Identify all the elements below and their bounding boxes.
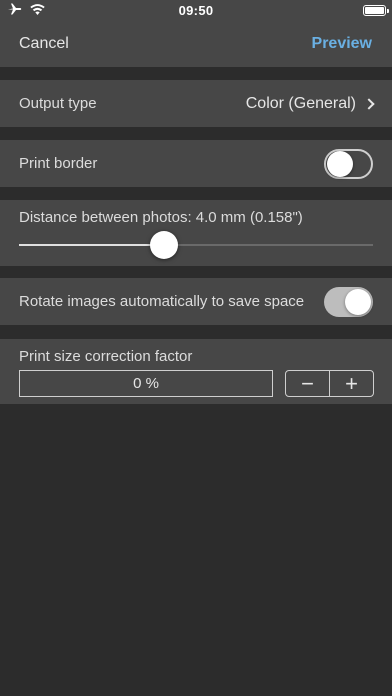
rotate-row: Rotate images automatically to save spac… (0, 278, 392, 325)
status-time: 09:50 (178, 2, 214, 18)
slider-thumb[interactable] (150, 231, 178, 259)
wifi-icon (30, 3, 45, 18)
output-type-label: Output type (19, 95, 97, 112)
battery-icon (363, 4, 389, 16)
output-type-value: Color (General) (245, 94, 356, 112)
status-left (8, 3, 45, 18)
correction-value: 0 % (133, 375, 159, 392)
toggle-knob (327, 150, 353, 177)
print-border-toggle[interactable] (324, 148, 373, 179)
rotate-label: Rotate images automatically to save spac… (19, 293, 305, 310)
output-type-row[interactable]: Output type Color (General) (0, 80, 392, 127)
cancel-button[interactable]: Cancel (19, 35, 69, 53)
distance-row: Distance between photos: 4.0 mm (0.158") (0, 200, 392, 266)
rotate-toggle[interactable] (324, 286, 373, 317)
preview-button[interactable]: Preview (312, 35, 372, 53)
correction-stepper: − + (285, 370, 374, 397)
chevron-right-icon (363, 97, 375, 110)
correction-label: Print size correction factor (19, 348, 193, 365)
decrement-button[interactable]: − (286, 371, 329, 396)
status-bar: 09:50 (0, 0, 392, 20)
navigation-bar: Cancel Preview (0, 20, 392, 67)
print-border-label: Print border (19, 155, 98, 172)
toggle-knob (345, 288, 371, 315)
correction-row: Print size correction factor 0 % − + (0, 339, 392, 404)
distance-label: Distance between photos: 4.0 mm (0.158") (19, 209, 303, 226)
airplane-icon (8, 3, 22, 18)
battery-level (365, 6, 384, 14)
output-type-value-group[interactable]: Color (General) (245, 94, 375, 113)
correction-value-field[interactable]: 0 % (19, 370, 273, 397)
slider-fill (19, 244, 164, 246)
distance-slider[interactable] (19, 231, 373, 259)
increment-button[interactable]: + (330, 371, 373, 396)
print-border-row: Print border (0, 140, 392, 187)
